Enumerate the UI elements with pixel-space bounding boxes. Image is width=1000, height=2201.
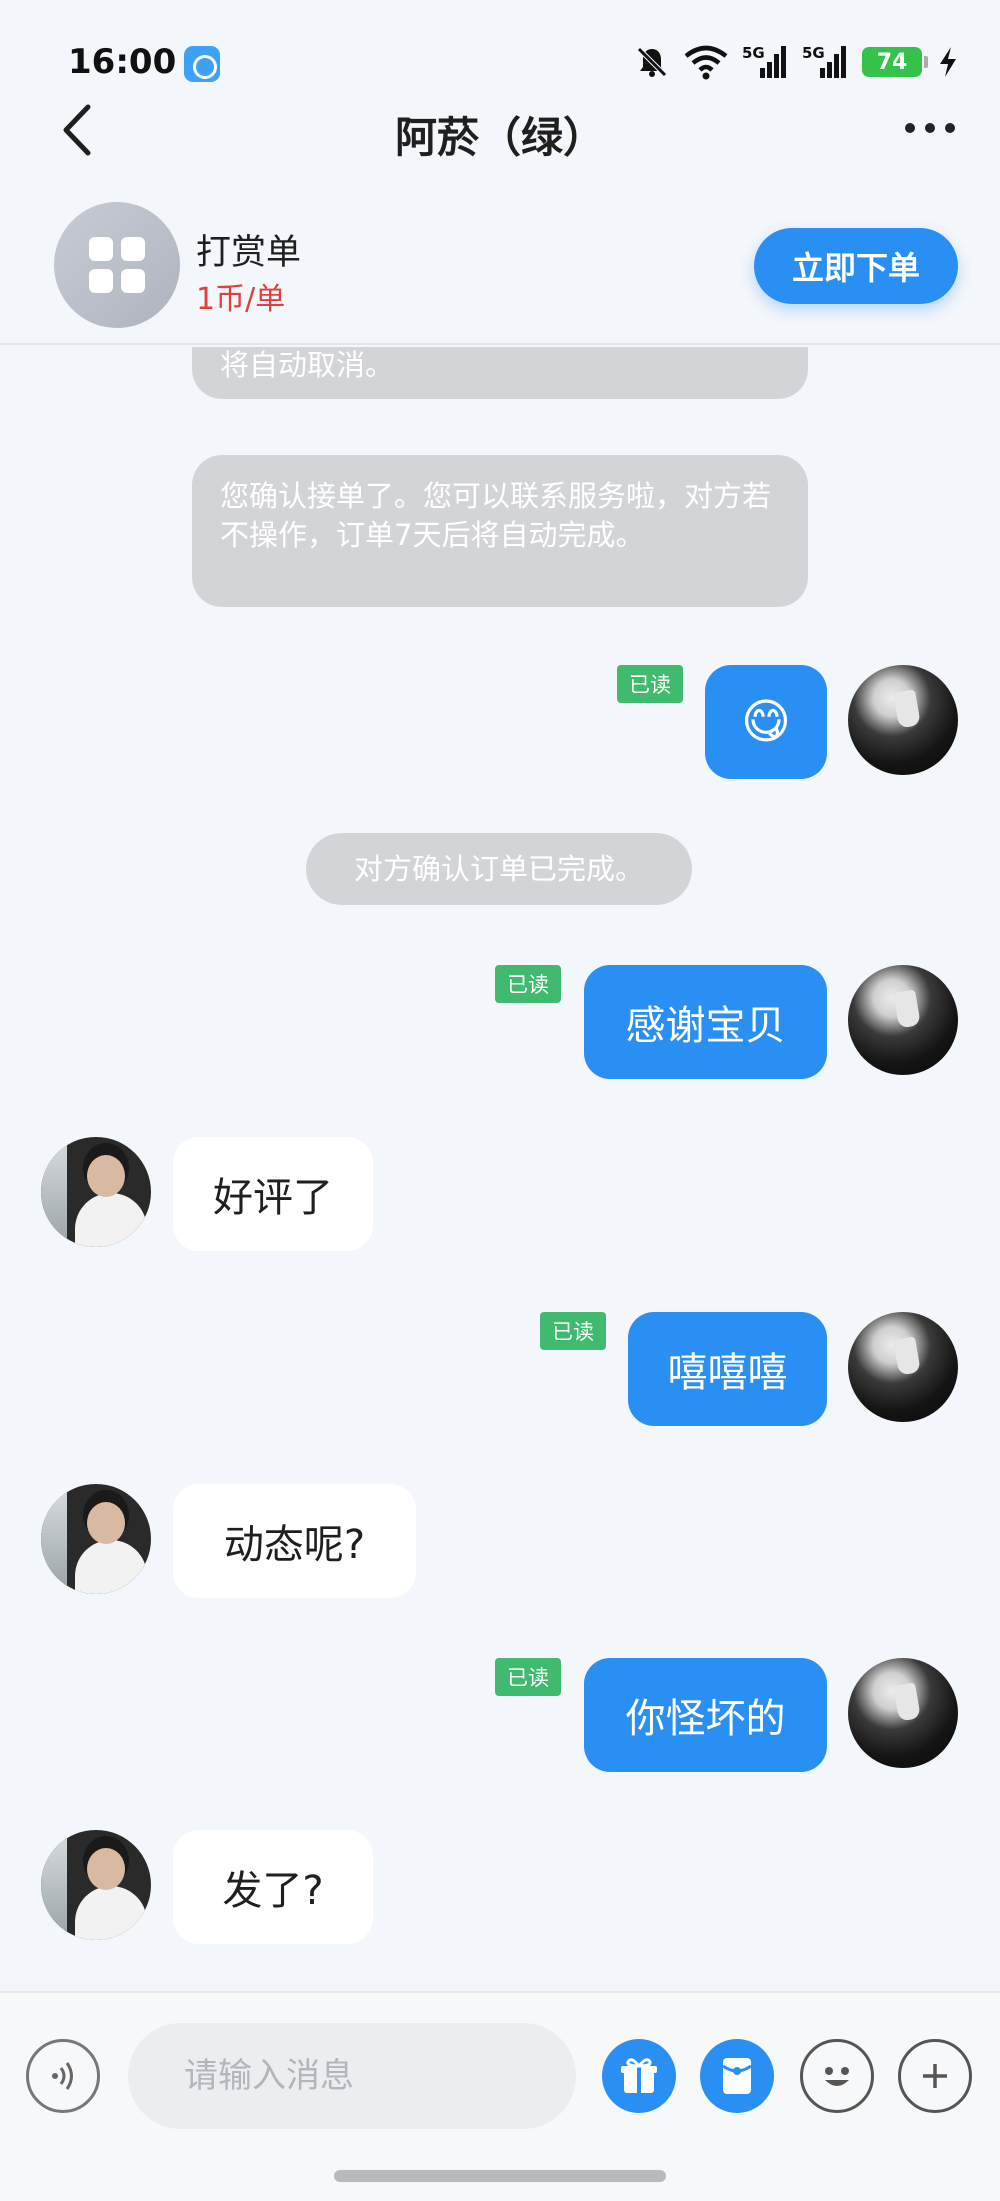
incoming-message[interactable]: 动态呢? — [173, 1484, 416, 1598]
plus-icon — [923, 2064, 947, 2088]
read-badge: 已读 — [495, 965, 561, 1003]
incoming-message[interactable]: 发了? — [173, 1830, 373, 1944]
gift-icon — [621, 2058, 657, 2093]
outgoing-message[interactable]: 你怪坏的 — [584, 1658, 827, 1772]
system-message: 将自动取消。 — [192, 347, 808, 399]
service-price: 1币/单 — [196, 282, 286, 317]
voice-input-button[interactable] — [26, 2039, 100, 2113]
bell-muted-icon — [634, 44, 670, 80]
red-packet-icon — [722, 2058, 752, 2094]
more-actions-button[interactable] — [898, 2039, 972, 2113]
my-avatar[interactable] — [848, 665, 958, 775]
wifi-icon — [684, 44, 728, 80]
dot-icon — [925, 123, 935, 133]
battery-icon: 74 — [862, 47, 928, 77]
home-indicator[interactable] — [334, 2170, 666, 2182]
status-time: 16:00 — [68, 42, 177, 82]
chat-header: 阿菸（绿） — [0, 90, 1000, 170]
peer-avatar[interactable] — [41, 1484, 151, 1594]
chat-title: 阿菸（绿） — [394, 113, 605, 162]
dot-icon — [945, 123, 955, 133]
incoming-message[interactable]: 好评了 — [173, 1137, 373, 1251]
message-input[interactable] — [128, 2023, 576, 2129]
cellular-signal-icon: 5G — [802, 44, 848, 80]
my-avatar[interactable] — [848, 1658, 958, 1768]
read-badge: 已读 — [495, 1658, 561, 1696]
read-badge: 已读 — [617, 665, 683, 703]
my-avatar[interactable] — [848, 1312, 958, 1422]
peer-avatar[interactable] — [41, 1137, 151, 1247]
system-message: 对方确认订单已完成。 — [306, 833, 692, 905]
cellular-signal-icon: 5G — [742, 44, 788, 80]
read-badge: 已读 — [540, 1312, 606, 1350]
app-notification-icon — [184, 46, 220, 82]
status-icons: 5G 5G 74 — [634, 42, 960, 82]
system-message: 您确认接单了。您可以联系服务啦，对方若不操作，订单7天后将自动完成。 — [192, 455, 808, 607]
order-now-button[interactable]: 立即下单 — [754, 228, 958, 304]
red-packet-button[interactable] — [700, 2039, 774, 2113]
service-name: 打赏单 — [196, 233, 302, 273]
peer-avatar[interactable] — [41, 1830, 151, 1940]
more-options-button[interactable] — [898, 108, 962, 148]
emoji: 😋 — [740, 694, 792, 750]
chat-messages[interactable]: 将自动取消。 您确认接单了。您可以联系服务啦，对方若不操作，订单7天后将自动完成… — [0, 347, 1000, 1991]
grid-apps-icon — [89, 237, 145, 293]
smiley-icon — [825, 2067, 849, 2086]
gift-button[interactable] — [602, 2039, 676, 2113]
voice-icon — [52, 2062, 73, 2090]
emoji-button[interactable] — [800, 2039, 874, 2113]
service-card: 打赏单 1币/单 立即下单 — [0, 190, 1000, 345]
outgoing-message[interactable]: 嘻嘻嘻 — [628, 1312, 827, 1426]
service-icon — [54, 202, 180, 328]
outgoing-message[interactable]: 感谢宝贝 — [584, 965, 827, 1079]
charging-bolt-icon — [936, 45, 960, 79]
my-avatar[interactable] — [848, 965, 958, 1075]
outgoing-message[interactable]: 😋 — [705, 665, 827, 779]
dot-icon — [905, 123, 915, 133]
